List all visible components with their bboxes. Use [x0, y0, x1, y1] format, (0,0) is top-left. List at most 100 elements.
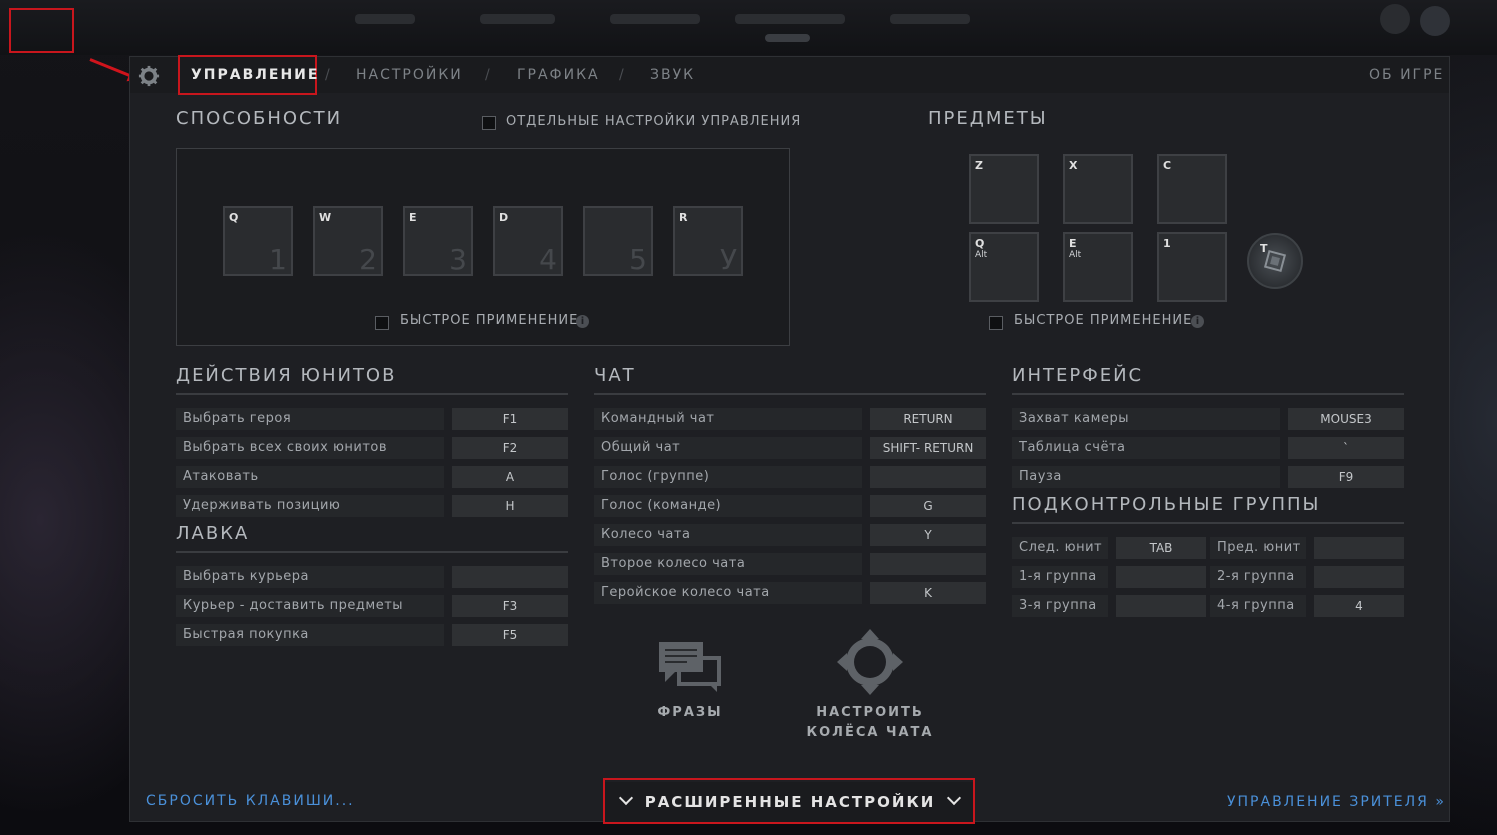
hotkey-field[interactable]: F5: [452, 624, 568, 646]
scroll-icon: [1263, 249, 1287, 273]
row-label: 4-я группа: [1210, 595, 1306, 617]
tab-separator: /: [619, 67, 624, 83]
abilities-quickcast-checkbox[interactable]: [375, 316, 389, 330]
top-menu-blur: [890, 14, 970, 24]
phrases-button[interactable]: ФРАЗЫ: [640, 635, 740, 745]
hotkey-field[interactable]: Y: [870, 524, 986, 546]
phrases-label: ФРАЗЫ: [657, 705, 723, 720]
reset-keys-link[interactable]: СБРОСИТЬ КЛАВИШИ...: [146, 793, 355, 809]
item-slot[interactable]: 1: [1157, 232, 1227, 302]
settings-panel: УПРАВЛЕНИЕ / НАСТРОЙКИ / ГРАФИКА / ЗВУК …: [129, 55, 1450, 824]
hotkey-field[interactable]: H: [452, 495, 568, 517]
hotkey-field[interactable]: [452, 566, 568, 588]
ability-slot[interactable]: Q1: [223, 206, 293, 276]
hotkey-field[interactable]: MOUSE3: [1288, 408, 1404, 430]
avatar[interactable]: [1380, 4, 1410, 34]
slot-hotkey: E: [409, 211, 417, 224]
hotkey-field[interactable]: F1: [452, 408, 568, 430]
hotkey-field[interactable]: [1116, 595, 1206, 617]
row-label: Пауза: [1012, 466, 1280, 488]
tab-separator: /: [325, 67, 330, 83]
slot-hotkey: Q: [975, 237, 985, 250]
top-menu-blur: [610, 14, 700, 24]
spectator-controls-link[interactable]: УПРАВЛЕНИЕ ЗРИТЕЛЯ »: [1227, 794, 1446, 810]
double-chevron-right-icon: »: [1435, 794, 1446, 810]
items-quickcast-label: БЫСТРОЕ ПРИМЕНЕНИЕ: [1014, 313, 1193, 328]
item-slot[interactable]: C: [1157, 154, 1227, 224]
slot-number: 5: [629, 243, 647, 276]
configure-chat-wheel-button[interactable]: НАСТРОИТЬ КОЛЁСА ЧАТА: [800, 627, 940, 747]
tab-video[interactable]: ГРАФИКА: [517, 67, 600, 83]
hotkey-field[interactable]: [1314, 537, 1404, 559]
item-slot[interactable]: X: [1063, 154, 1133, 224]
hotkey-field[interactable]: [1116, 566, 1206, 588]
slot-modifier: Alt: [975, 250, 988, 260]
settings-tab-bar: УПРАВЛЕНИЕ / НАСТРОЙКИ / ГРАФИКА / ЗВУК …: [130, 55, 1449, 95]
ability-slot[interactable]: E3: [403, 206, 473, 276]
hotkey-field[interactable]: F3: [452, 595, 568, 617]
slot-hotkey: R: [679, 211, 688, 224]
top-menu-blur: [355, 14, 415, 24]
items-quickcast-checkbox[interactable]: [989, 316, 1003, 330]
section-divider: [176, 551, 568, 553]
slot-number: 4: [539, 243, 557, 276]
ability-slot[interactable]: 5: [583, 206, 653, 276]
gear-icon[interactable]: [138, 65, 160, 87]
row-label: Выбрать курьера: [176, 566, 444, 588]
slot-modifier: Alt: [1069, 250, 1082, 260]
hotkey-field[interactable]: G: [870, 495, 986, 517]
row-label: Быстрая покупка: [176, 624, 444, 646]
slot-hotkey: X: [1069, 159, 1078, 172]
item-slot[interactable]: Z: [969, 154, 1039, 224]
row-label: 2-я группа: [1210, 566, 1306, 588]
item-slot[interactable]: Q Alt: [969, 232, 1039, 302]
hotkey-field[interactable]: K: [870, 582, 986, 604]
teleport-scroll-slot[interactable]: T: [1247, 233, 1303, 289]
hotkey-field[interactable]: RETURN: [870, 408, 986, 430]
interface-title: ИНТЕРФЕЙС: [1012, 365, 1144, 386]
avatar[interactable]: [1420, 6, 1450, 36]
highlight-box-advanced: [603, 778, 975, 824]
hotkey-field[interactable]: [870, 553, 986, 575]
separate-controls-checkbox[interactable]: [482, 116, 496, 130]
tab-audio[interactable]: ЗВУК: [650, 67, 695, 83]
ability-slot[interactable]: D4: [493, 206, 563, 276]
hotkey-field[interactable]: 4: [1314, 595, 1404, 617]
abilities-title: СПОСОБНОСТИ: [176, 108, 343, 129]
row-label: Геройское колесо чата: [594, 582, 862, 604]
chat-bubbles-icon: [659, 642, 721, 692]
chat-wheel-label-line2: КОЛЁСА ЧАТА: [806, 725, 934, 740]
item-slot[interactable]: E Alt: [1063, 232, 1133, 302]
tab-options[interactable]: НАСТРОЙКИ: [356, 67, 463, 83]
ability-slot[interactable]: RУ: [673, 206, 743, 276]
slot-hotkey: W: [319, 211, 332, 224]
ability-slot[interactable]: W2: [313, 206, 383, 276]
row-label: Выбрать всех своих юнитов: [176, 437, 444, 459]
hotkey-field[interactable]: TAB: [1116, 537, 1206, 559]
section-divider: [1012, 522, 1404, 524]
row-label: След. юнит: [1012, 537, 1108, 559]
tab-about[interactable]: ОБ ИГРЕ: [1369, 67, 1444, 83]
hotkey-field[interactable]: F2: [452, 437, 568, 459]
top-menu-blur: [765, 34, 810, 42]
row-label: Командный чат: [594, 408, 862, 430]
abilities-box: Q1 W2 E3 D4 5 RУ БЫСТРОЕ ПРИМЕНЕНИЕ i: [176, 148, 790, 346]
tab-controls[interactable]: УПРАВЛЕНИЕ: [191, 67, 319, 83]
section-divider: [176, 393, 568, 395]
row-label: Голос (группе): [594, 466, 862, 488]
hotkey-field[interactable]: [1314, 566, 1404, 588]
info-icon[interactable]: i: [1191, 315, 1204, 328]
slot-hotkey: C: [1163, 159, 1172, 172]
highlight-box-settings: [9, 8, 74, 53]
unit-actions-title: ДЕЙСТВИЯ ЮНИТОВ: [176, 365, 397, 386]
hotkey-field[interactable]: F9: [1288, 466, 1404, 488]
top-menu-bar: [0, 0, 1497, 55]
hotkey-field[interactable]: `: [1288, 437, 1404, 459]
slot-number: 3: [449, 243, 467, 276]
info-icon[interactable]: i: [576, 315, 589, 328]
hotkey-field[interactable]: A: [452, 466, 568, 488]
hotkey-field[interactable]: SHIFT- RETURN: [870, 437, 986, 459]
shop-title: ЛАВКА: [176, 523, 250, 544]
abilities-quickcast-label: БЫСТРОЕ ПРИМЕНЕНИЕ: [400, 313, 579, 328]
hotkey-field[interactable]: [870, 466, 986, 488]
